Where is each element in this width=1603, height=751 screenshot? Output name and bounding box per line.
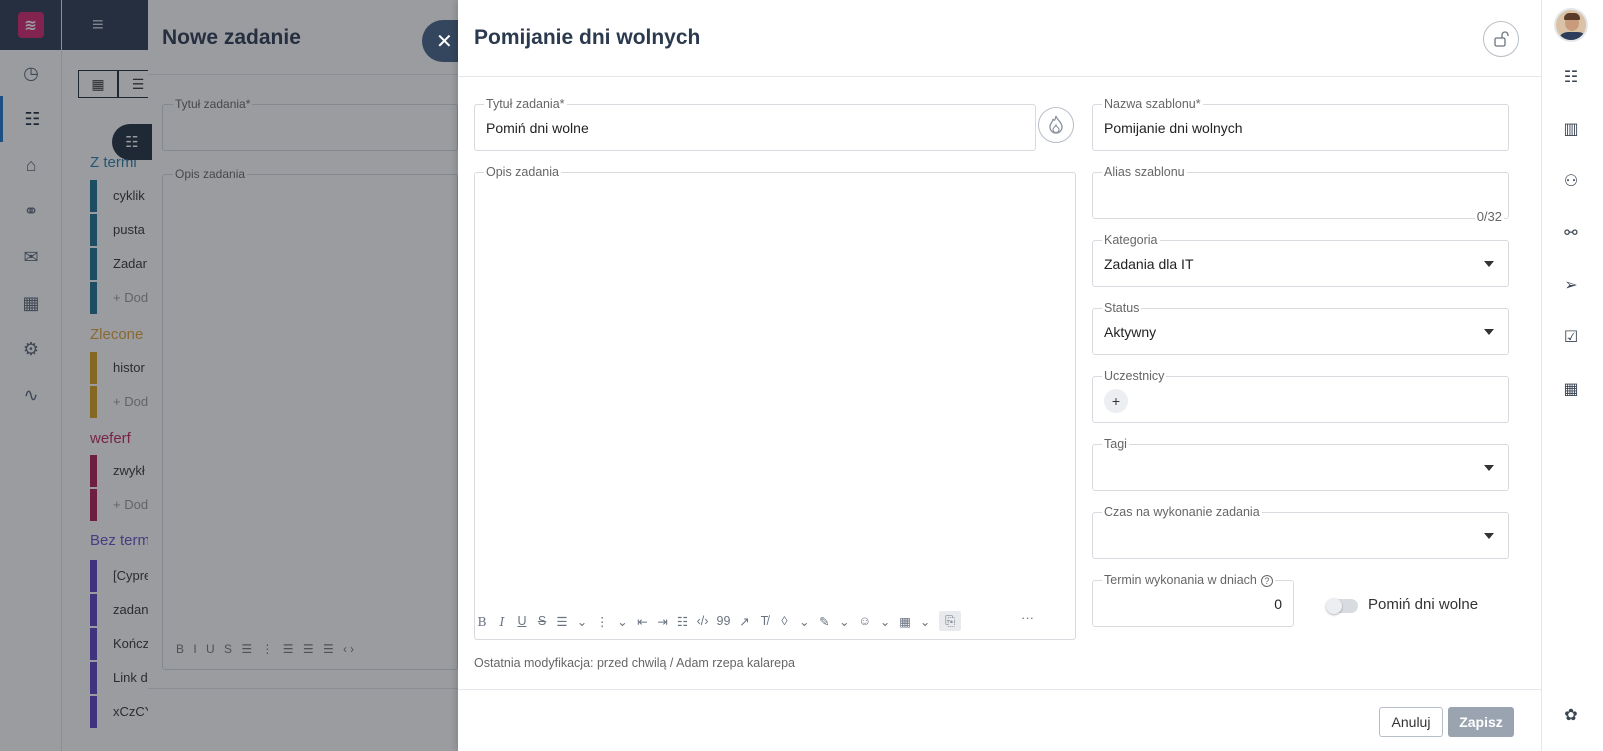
task-title-field[interactable]: Tytuł zadania* Pomiń dni wolne [474,97,1036,151]
last-modified-text: Ostatnia modyfikacja: przed chwilą / Ada… [474,656,795,670]
editor-toolbar: B I U S ☰ ⌄ ⋮ ⌄ ⇤ ⇥ ☷ ‹/› 99 ↗ T̸ ◊ ⌄ ✎ … [476,611,962,631]
template-drawer: Pomijanie dni wolnych Tytuł zadania* Pom… [458,0,1541,751]
numbered-list-icon[interactable]: ⋮ [596,611,609,631]
completion-time-label: Czas na wykonanie zadania [1102,505,1262,519]
bold-icon[interactable]: B [476,611,488,631]
template-alias-field[interactable]: Alias szablonu 0/32 [1092,165,1509,224]
contacts-icon[interactable]: ⚇ [1556,166,1586,196]
unlock-button[interactable] [1483,21,1519,57]
tasks-list-icon[interactable]: ☷ [1556,62,1586,92]
emoji-icon[interactable]: ☺ [858,611,871,631]
bullet-list-icon[interactable]: ☰ [556,611,568,631]
code-icon[interactable]: ‹/› [697,611,709,631]
tags-select[interactable]: Tagi [1092,437,1509,491]
caret-down-icon[interactable] [1484,329,1494,335]
category-value: Zadania dla IT [1104,256,1194,272]
caret-down-icon[interactable] [1484,261,1494,267]
task-description-field[interactable]: Opis zadania [474,165,1076,640]
drawer-title: Pomijanie dni wolnych [474,26,701,49]
deadline-days-label: Termin wykonania w dniach [1104,573,1257,587]
chevron-down-icon[interactable]: ⌄ [879,611,891,631]
add-participant-button[interactable]: + [1104,389,1128,413]
cancel-button[interactable]: Anuluj [1379,707,1443,737]
priority-button[interactable] [1038,107,1074,143]
status-label: Status [1102,301,1142,315]
skip-days-off-toggle[interactable] [1326,598,1358,614]
avatar[interactable] [1554,8,1588,42]
status-select[interactable]: Status Aktywny [1092,301,1509,355]
template-name-input[interactable]: Pomijanie dni wolnych [1104,120,1243,136]
category-select[interactable]: Kategoria Zadania dla IT [1092,233,1509,287]
italic-icon[interactable]: I [496,611,508,631]
template-name-label: Nazwa szablonu* [1102,97,1203,111]
table-icon[interactable]: ▦ [899,611,911,631]
quote-icon[interactable]: 99 [717,611,731,631]
chevron-down-icon[interactable]: ⌄ [838,611,850,631]
strikethrough-icon[interactable]: S [536,611,548,631]
task-title-input[interactable]: Pomiń dni wolne [486,120,589,136]
character-counter: 0/32 [1474,209,1504,224]
tags-label: Tagi [1102,437,1129,451]
calendar-icon[interactable]: ▦ [1556,374,1586,404]
link-icon[interactable]: ↗ [738,611,750,631]
help-icon[interactable]: ? [1260,574,1273,587]
category-label: Kategoria [1102,233,1160,247]
paste-icon[interactable]: ⎘ [939,611,962,631]
drawer-header: Pomijanie dni wolnych [458,0,1541,77]
checklist-icon[interactable]: ☷ [677,611,689,631]
buildings-icon[interactable]: ▥ [1556,114,1586,144]
more-options-icon[interactable]: ··· [1021,610,1034,625]
chevron-down-icon[interactable]: ⌄ [919,611,931,631]
avatar-body [1558,32,1586,40]
avatar-hair [1564,13,1580,20]
participants-field[interactable]: Uczestnicy + [1092,369,1509,423]
chevron-down-icon[interactable]: ⌄ [617,611,629,631]
send-icon[interactable]: ➢ [1556,270,1586,300]
clear-format-icon[interactable]: T̸ [758,611,770,631]
template-alias-label: Alias szablonu [1102,165,1187,179]
flame-icon [1049,115,1063,134]
completion-time-select[interactable]: Czas na wykonanie zadania [1092,505,1509,559]
save-button[interactable]: Zapisz [1448,707,1514,737]
underline-icon[interactable]: U [516,611,528,631]
chevron-down-icon[interactable]: ⌄ [798,611,810,631]
task-description-label: Opis zadania [484,165,561,179]
deadline-days-field[interactable]: Termin wykonania w dniach? 0 [1092,573,1294,627]
chevron-down-icon[interactable]: ⌄ [576,611,588,631]
outdent-icon[interactable]: ⇤ [637,611,649,631]
toggle-knob [1326,598,1342,614]
task-title-label: Tytuł zadania* [484,97,567,111]
right-rail: ☷ ▥ ⚇ ⚯ ➢ ☑ ▦ ✿ [1541,0,1603,751]
caret-down-icon[interactable] [1484,533,1494,539]
close-icon: ✕ [436,30,453,53]
highlight-icon[interactable]: ✎ [818,611,830,631]
tips-icon[interactable]: ✿ [1556,700,1586,730]
status-value: Aktywny [1104,324,1157,340]
indent-icon[interactable]: ⇥ [657,611,669,631]
deadline-days-input[interactable]: 0 [1274,596,1282,612]
participants-label: Uczestnicy [1102,369,1167,383]
unlock-icon [1494,31,1509,47]
caret-down-icon[interactable] [1484,465,1494,471]
modal-overlay[interactable] [0,0,458,751]
template-name-field[interactable]: Nazwa szablonu* Pomijanie dni wolnych [1092,97,1509,151]
skip-days-off-label: Pomiń dni wolne [1368,596,1479,613]
text-color-icon[interactable]: ◊ [778,611,790,631]
chat-check-icon[interactable]: ☑ [1556,322,1586,352]
handshake-icon[interactable]: ⚯ [1556,218,1586,248]
deadline-days-label-wrap: Termin wykonania w dniach? [1102,573,1275,587]
